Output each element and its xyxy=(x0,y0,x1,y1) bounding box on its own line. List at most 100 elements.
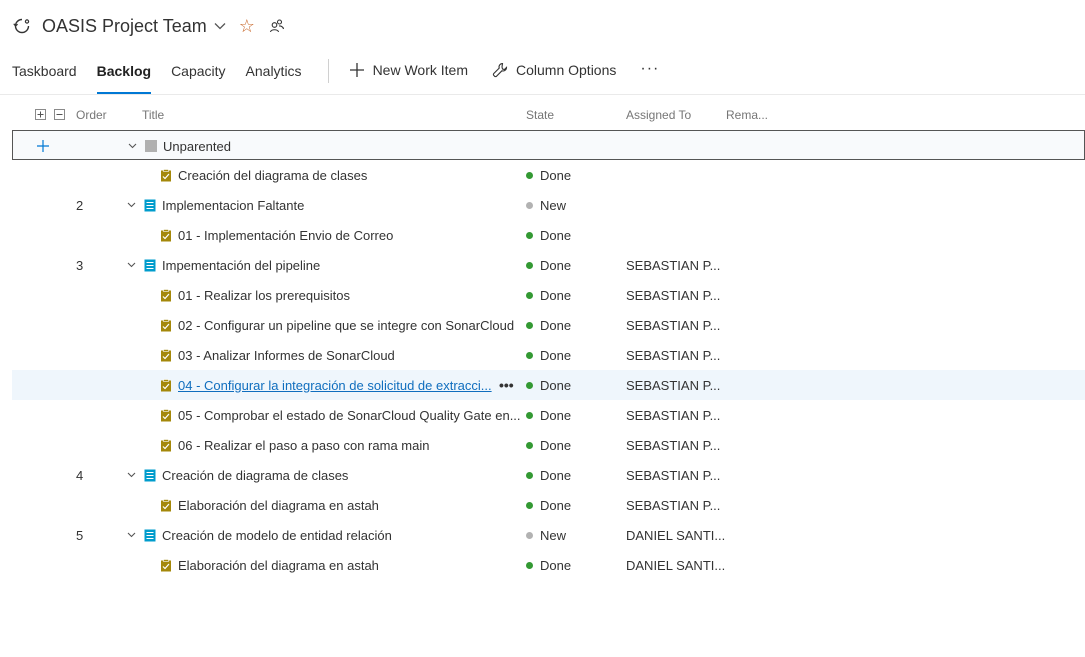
assigned-to-cell: DANIEL SANTI... xyxy=(626,557,726,573)
task-row[interactable]: 02 - Configurar un pipeline que se integ… xyxy=(12,310,1085,340)
star-icon[interactable]: ☆ xyxy=(239,17,255,35)
chevron-down-icon[interactable] xyxy=(126,260,136,270)
title-cell: 02 - Configurar un pipeline que se integ… xyxy=(160,310,514,340)
add-child-icon[interactable] xyxy=(36,131,50,161)
work-item-title[interactable]: 04 - Configurar la integración de solici… xyxy=(178,378,492,393)
backlog-item-icon xyxy=(144,529,156,542)
state-label: Done xyxy=(540,317,572,333)
state-label: Done xyxy=(540,497,572,513)
column-header-order[interactable]: Order xyxy=(76,108,107,122)
order-cell: 3 xyxy=(76,257,84,273)
assigned-to-cell: SEBASTIAN P... xyxy=(626,257,721,273)
work-item-title[interactable]: 01 - Implementación Envio de Correo xyxy=(178,228,393,243)
state-dot-icon xyxy=(526,381,533,389)
state-cell: Done xyxy=(526,370,571,400)
backlog-item-row[interactable]: 4 Creación de diagrama de clases Done SEBAS… xyxy=(12,460,1085,490)
title-cell: 04 - Configurar la integración de solici… xyxy=(160,370,492,400)
title-cell: Impementación del pipeline xyxy=(126,250,320,280)
task-row[interactable]: 05 - Comprobar el estado de SonarCloud Q… xyxy=(12,400,1085,430)
new-work-item-button[interactable]: New Work Item xyxy=(349,56,468,78)
task-row[interactable]: 01 - Realizar los prerequisitos Done SEBAS… xyxy=(12,280,1085,310)
people-icon[interactable] xyxy=(269,18,285,34)
work-item-title[interactable]: 05 - Comprobar el estado de SonarCloud Q… xyxy=(178,408,521,423)
title-cell: Implementacion Faltante xyxy=(126,190,304,220)
expand-all-icon[interactable] xyxy=(35,109,46,120)
backlog-item-row[interactable]: 5 Creación de modelo de entidad relación N… xyxy=(12,520,1085,550)
state-label: Done xyxy=(540,227,572,243)
task-row[interactable]: Creación del diagrama de clases Done xyxy=(12,160,1085,190)
state-cell: New xyxy=(526,190,566,220)
work-item-title[interactable]: 01 - Realizar los prerequisitos xyxy=(178,288,350,303)
chevron-down-icon[interactable] xyxy=(126,200,136,210)
state-label: Done xyxy=(540,377,572,393)
column-header-remaining[interactable]: Rema... xyxy=(726,108,768,122)
collapse-all-icon[interactable] xyxy=(54,109,65,120)
chevron-down-icon[interactable] xyxy=(127,141,137,151)
more-options-icon[interactable]: ··· xyxy=(640,56,659,78)
work-item-title[interactable]: Creación del diagrama de clases xyxy=(178,168,367,183)
column-options-button[interactable]: Column Options xyxy=(492,56,616,78)
assigned-to-cell: SEBASTIAN P... xyxy=(626,497,721,513)
state-cell: Done xyxy=(526,340,571,370)
title-cell: Unparented xyxy=(127,131,231,161)
task-row[interactable]: 03 - Analizar Informes de SonarCloud Done… xyxy=(12,340,1085,370)
state-dot-icon xyxy=(526,321,533,329)
task-row[interactable]: Elaboración del diagrama en astah Done DAN… xyxy=(12,550,1085,580)
task-icon xyxy=(160,439,172,452)
state-cell: Done xyxy=(526,280,571,310)
order-cell: 4 xyxy=(76,467,84,483)
state-cell: Done xyxy=(526,220,571,250)
chevron-down-icon[interactable] xyxy=(126,530,136,540)
work-item-title[interactable]: 06 - Realizar el paso a paso con rama ma… xyxy=(178,438,429,453)
state-label: Done xyxy=(540,557,572,573)
work-item-title[interactable]: Impementación del pipeline xyxy=(162,258,320,273)
order-cell: 2 xyxy=(76,197,84,213)
task-row[interactable]: 04 - Configurar la integración de solici… xyxy=(12,370,1085,400)
column-options-label: Column Options xyxy=(516,62,617,78)
backlog-item-row[interactable]: 3 Impementación del pipeline Done SEBASTIAN… xyxy=(12,250,1085,280)
work-item-title[interactable]: Creación de modelo de entidad relación xyxy=(162,528,392,543)
work-item-title[interactable]: Elaboración del diagrama en astah xyxy=(178,558,379,573)
row-more-icon[interactable]: ••• xyxy=(499,370,514,400)
title-cell: Creación del diagrama de clases xyxy=(160,160,367,190)
state-dot-icon xyxy=(526,231,533,239)
state-dot-icon xyxy=(526,471,533,479)
title-cell: Elaboración del diagrama en astah xyxy=(160,550,379,580)
column-header-title[interactable]: Title xyxy=(142,108,164,122)
backlog-item-row[interactable]: 2 Implementacion Faltante New xyxy=(12,190,1085,220)
tab-taskboard[interactable]: Taskboard xyxy=(12,56,77,91)
work-item-title[interactable]: Unparented xyxy=(163,139,231,154)
task-row[interactable]: Elaboración del diagrama en astah Done SEB… xyxy=(12,490,1085,520)
chevron-down-icon[interactable] xyxy=(213,19,227,33)
column-header-state[interactable]: State xyxy=(526,108,554,122)
chevron-down-icon[interactable] xyxy=(126,470,136,480)
work-item-title[interactable]: 03 - Analizar Informes de SonarCloud xyxy=(178,348,395,363)
header-divider xyxy=(0,94,1085,95)
wrench-icon xyxy=(492,62,508,78)
title-cell: 06 - Realizar el paso a paso con rama ma… xyxy=(160,430,429,460)
plus-icon xyxy=(349,62,365,78)
new-work-item-label: New Work Item xyxy=(372,62,468,78)
tab-analytics[interactable]: Analytics xyxy=(246,56,302,91)
team-name[interactable]: OASIS Project Team xyxy=(42,16,207,37)
toolbar-divider xyxy=(327,59,329,83)
work-item-title[interactable]: Implementacion Faltante xyxy=(162,198,304,213)
state-dot-icon xyxy=(526,261,533,269)
work-item-title[interactable]: 02 - Configurar un pipeline que se integ… xyxy=(178,318,514,333)
state-cell: Done xyxy=(526,310,571,340)
assigned-to-cell: SEBASTIAN P... xyxy=(626,317,721,333)
work-item-title[interactable]: Elaboración del diagrama en astah xyxy=(178,498,379,513)
unparented-group-row[interactable]: Unparented xyxy=(12,130,1085,160)
work-item-title[interactable]: Creación de diagrama de clases xyxy=(162,468,348,483)
assigned-to-cell: SEBASTIAN P... xyxy=(626,287,721,303)
assigned-to-cell: DANIEL SANTI... xyxy=(626,527,726,543)
backlog-item-icon xyxy=(144,199,156,212)
state-label: New xyxy=(540,197,567,213)
tab-backlog[interactable]: Backlog xyxy=(96,56,152,94)
task-row[interactable]: 06 - Realizar el paso a paso con rama ma… xyxy=(12,430,1085,460)
state-dot-icon xyxy=(526,501,533,509)
state-cell: Done xyxy=(526,160,571,190)
task-row[interactable]: 01 - Implementación Envio de Correo Done xyxy=(12,220,1085,250)
column-header-assigned-to[interactable]: Assigned To xyxy=(626,108,691,122)
tab-capacity[interactable]: Capacity xyxy=(171,56,225,91)
